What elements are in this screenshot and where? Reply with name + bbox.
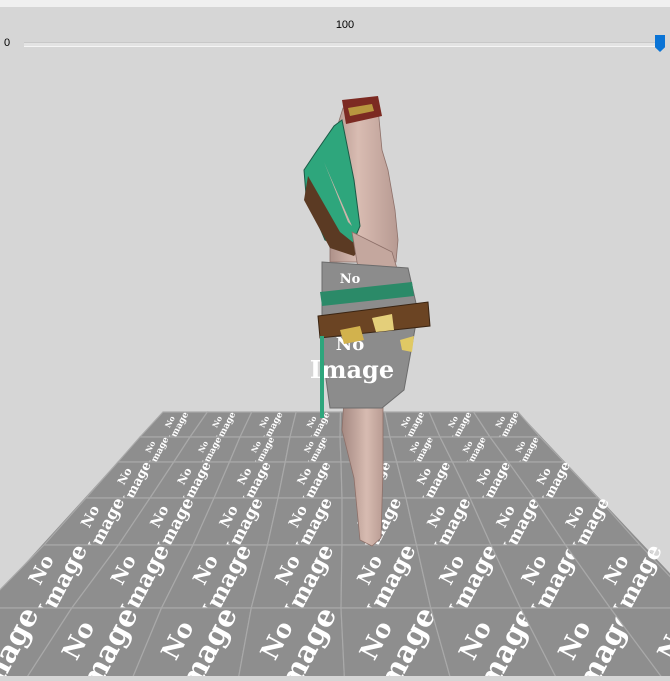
floor-grid: NoImageNoImageNoImageNoImageNoImageNoIma… — [0, 406, 670, 676]
morph-slider-panel: 100 0 — [0, 7, 670, 57]
slider-value-label: 100 — [0, 19, 670, 31]
shorts-placeholder-text-1: No — [340, 272, 361, 287]
3d-viewport[interactable]: NoImageNoImageNoImageNoImageNoImageNoIma… — [0, 57, 670, 676]
slider-track[interactable] — [24, 42, 662, 47]
slider-min-label: 0 — [4, 37, 10, 49]
slider-thumb[interactable] — [655, 35, 665, 52]
top-strip — [0, 0, 670, 7]
